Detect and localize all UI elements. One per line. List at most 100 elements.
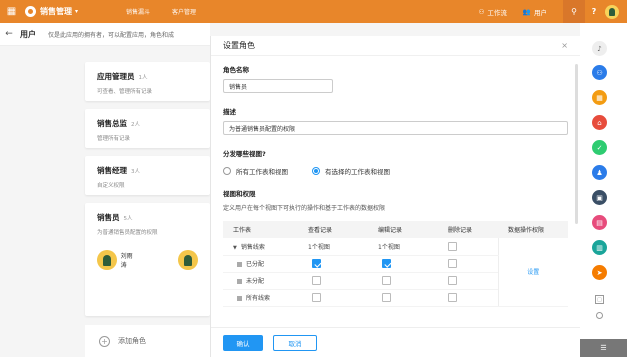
delete-checkbox[interactable] [448,276,457,285]
dock-app-icon[interactable]: ▥ [592,240,607,255]
role-card-sales-director[interactable]: 销售总监 2人 管理所有记录 [85,109,210,148]
dock-app-icon[interactable]: ⌂ [592,115,607,130]
desc-label: 描述 [223,108,236,116]
member-avatar[interactable] [97,250,117,270]
settings-link[interactable]: 设置 [497,238,568,307]
nav-sales-funnel[interactable]: 销售漏斗 [126,7,150,16]
view-name: 未分配 [246,278,265,285]
workflow-label: 工作流 [487,8,507,17]
confirm-button[interactable]: 确认 [223,334,263,351]
col-header: 编辑记录 [368,221,438,238]
close-icon[interactable]: × [561,41,568,50]
col-header: 工作表 [223,221,298,238]
view-icon [237,296,242,301]
plus-icon: + [99,335,110,347]
col-header: 数据操作权限 [498,221,568,238]
role-name-input[interactable]: 销售员 [223,79,333,93]
delete-checkbox[interactable] [448,259,457,268]
top-nav: 销售漏斗 客户管理 [126,7,196,16]
role-name-label: 角色名称 [223,66,249,74]
role-count: 3人 [131,169,140,175]
desc-input[interactable]: 为普通销售员配置的权限 [223,121,568,135]
dock-app-icon[interactable]: ♟ [592,165,607,180]
role-desc: 可查看、管理所有记录 [97,89,153,95]
dock-app-icon[interactable]: ⚇ [592,65,607,80]
bell-icon[interactable]: ♪ [592,41,607,56]
view-checkbox[interactable] [312,259,321,268]
back-arrow-icon[interactable]: ← [0,29,18,39]
top-bar: ▦ 销售管理 ▾ 销售漏斗 客户管理 ⚇ 工作流 👥 用户 ⚲ ? [0,0,627,23]
views-label: 分发哪些视图? [223,150,266,158]
role-settings-dialog: 设置角色 × 角色名称 销售员 描述 为普通销售员配置的权限 分发哪些视图? 所… [210,36,581,357]
edit-checkbox[interactable] [382,276,391,285]
nav-customer-management[interactable]: 客户管理 [172,7,196,16]
role-card-salesperson[interactable]: 销售员 5人 为普通销售员配置的权限 刘雨涛 [85,203,210,316]
view-icon [237,279,242,284]
col-header: 删除记录 [438,221,498,238]
workflow-link[interactable]: ⚇ 工作流 [479,7,507,17]
expand-caret-icon[interactable]: ▼ [233,245,237,251]
menu-icon[interactable]: ☰ [580,339,627,357]
chevron-down-icon[interactable]: ▾ [75,8,78,15]
col-header: 查看记录 [298,221,368,238]
view-checkbox[interactable] [312,293,321,302]
page-title: 用户 [20,29,36,39]
perm-label: 视图和权限 [223,190,256,198]
role-desc: 自定义权限 [97,183,125,189]
workflow-icon: ⚇ [478,7,485,16]
help-icon[interactable]: ? [585,0,603,23]
view-name: 已分配 [246,261,265,268]
radio-selected-label: 有选择的工作表和视图 [325,168,390,176]
role-desc: 管理所有记录 [97,136,131,142]
users-icon: 👥 [522,7,531,16]
page-description: 仅是此应用的拥有者，可以配置应用，角色和成 [48,31,175,39]
dock-app-icon[interactable]: ▦ [592,90,607,105]
role-count: 2人 [131,122,140,128]
scrollbar[interactable] [575,64,578,224]
role-card-app-admin[interactable]: 应用管理员 1人 可查看、管理所有记录 [85,62,210,101]
role-name: 销售经理 [97,166,127,175]
member-name: 刘雨涛 [120,253,133,269]
dialog-title: 设置角色 [223,41,255,50]
edit-count: 1个视图 [368,238,438,256]
view-name: 所有线索 [246,295,271,302]
role-name: 销售员 [97,213,120,222]
dock-app-icon[interactable]: ▤ [592,215,607,230]
window-icon[interactable]: □ [595,295,604,304]
role-card-sales-manager[interactable]: 销售经理 3人 自定义权限 [85,156,210,195]
member-avatar[interactable] [178,250,199,270]
worksheet-name: 销售线索 [240,243,265,251]
radio-all-views[interactable]: 所有工作表和视图 [223,166,288,176]
delete-checkbox[interactable] [448,293,457,302]
radio-circle [223,167,231,175]
role-name: 销售总监 [97,119,127,128]
view-icon [237,262,242,267]
delete-checkbox[interactable] [448,241,457,251]
settings-icon[interactable] [596,312,603,319]
user-avatar[interactable] [605,4,619,19]
cancel-button[interactable]: 取消 [273,334,317,351]
dock-app-icon[interactable]: ✓ [592,140,607,155]
app-logo-icon [25,6,36,17]
role-list: 应用管理员 1人 可查看、管理所有记录 销售总监 2人 管理所有记录 销售经理 3人 … [85,62,210,324]
dock-app-icon[interactable]: ▣ [592,190,607,205]
perm-desc: 定义用户在每个视图下可执行的操作和基于工作表的数据权限 [223,205,386,212]
table-row: ▼ 销售线索 1个视图 1个视图 设置 [223,238,568,307]
role-desc: 为普通销售员配置的权限 [97,230,158,236]
view-checkbox[interactable] [312,276,321,285]
edit-checkbox[interactable] [382,259,391,268]
radio-circle [312,167,320,175]
right-dock: ♪ ⚇ ▦ ⌂ ✓ ♟ ▣ ▤ ▥ ➤ □ ☰ [580,23,627,357]
apps-grid-icon[interactable]: ▦ [0,0,23,23]
dock-app-icon[interactable]: ➤ [592,265,607,280]
users-link[interactable]: 👥 用户 [523,7,547,17]
view-count: 1个视图 [298,238,368,256]
search-icon[interactable]: ⚲ [563,0,585,23]
edit-checkbox[interactable] [382,293,391,302]
app-name[interactable]: 销售管理 [40,6,72,17]
add-role-button[interactable]: + 添加角色 [85,325,210,357]
radio-all-label: 所有工作表和视图 [236,168,288,176]
radio-selected-views[interactable]: 有选择的工作表和视图 [312,166,390,176]
page-header: ← 用户 仅是此应用的拥有者，可以配置应用，角色和成 [0,23,210,46]
role-name: 应用管理员 [97,72,135,81]
